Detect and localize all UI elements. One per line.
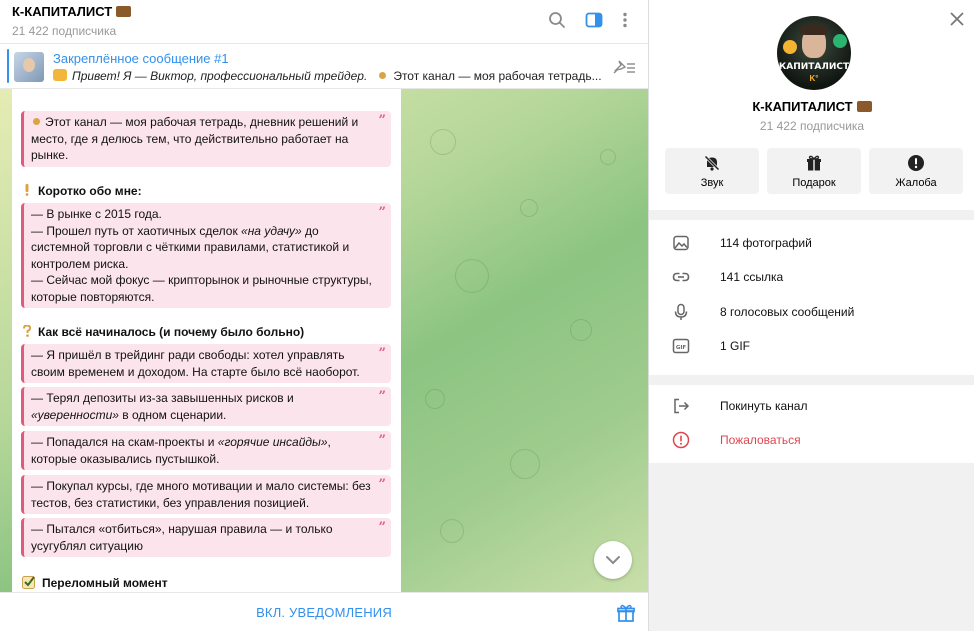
doodle-decoration	[520, 199, 538, 217]
quote-icon: ”	[378, 477, 386, 492]
scroll-down-button[interactable]	[594, 541, 632, 579]
portrait-hair	[800, 24, 828, 35]
report-channel-button[interactable]: Пожаловаться	[649, 424, 974, 458]
pinned-message-bar[interactable]: Закреплённое сообщение #1 Привет! Я — Ви…	[0, 44, 648, 89]
gift-icon[interactable]	[616, 603, 636, 623]
channel-info-panel: КАПИТАЛИСТ K° К-КАПИТАЛИСТ 21 422 подпис…	[648, 0, 974, 631]
exclamation-icon	[25, 184, 29, 196]
media-row-photos[interactable]: 114 фотографий	[649, 227, 974, 261]
quote-icon: ”	[378, 520, 386, 535]
pinned-title: Закреплённое сообщение #1	[53, 51, 229, 66]
blockquote: — Терял депозиты из-за завышенных рисков…	[21, 387, 391, 426]
subscriber-count: 21 422 подписчика	[12, 24, 117, 38]
blockquote: — Я пришёл в трейдинг ради свободы: хоте…	[21, 344, 391, 383]
pinned-thumbnail	[14, 52, 44, 82]
sidebar-toggle-icon[interactable]	[584, 10, 604, 30]
channel-name: К-КАПИТАЛИСТ	[649, 99, 974, 114]
blockquote: — Попадался на скам-проекты и «горячие и…	[21, 431, 391, 470]
link-icon	[672, 272, 690, 282]
quote-icon: ”	[378, 205, 386, 220]
doodle-decoration	[455, 259, 489, 293]
svg-text:GIF: GIF	[676, 345, 687, 351]
blockquote: — В рынке с 2015 года. — Прошел путь от …	[21, 203, 391, 308]
message-bubble: Этот канал — моя рабочая тетрадь, дневни…	[12, 89, 401, 592]
profile-header: КАПИТАЛИСТ K° К-КАПИТАЛИСТ 21 422 подпис…	[649, 0, 974, 210]
quote-icon: ”	[378, 389, 386, 404]
question-icon	[23, 325, 32, 337]
avatar-logo-k: K°	[809, 74, 819, 83]
doodle-decoration	[510, 449, 540, 479]
coin-icon	[833, 34, 847, 48]
image-icon	[673, 235, 689, 251]
pinned-preview: Привет! Я — Виктор, профессиональный тре…	[53, 68, 608, 83]
close-icon[interactable]	[948, 10, 966, 28]
briefcase-icon	[116, 6, 132, 17]
doodle-decoration	[440, 519, 464, 543]
chat-header[interactable]: К-КАПИТАЛИСТ 21 422 подписчика	[0, 0, 648, 44]
section-heading: Переломный момент	[22, 573, 168, 590]
doodle-decoration	[430, 129, 456, 155]
blockquote: — Пытался «отбиться», нарушая правила — …	[21, 518, 391, 557]
checkbox-icon	[22, 576, 35, 589]
gift-button[interactable]: Подарок	[767, 148, 861, 194]
shared-media-list: 114 фотографий 141 ссылка 8 голосовых со…	[649, 220, 974, 375]
quote-icon: ”	[378, 433, 386, 448]
channel-subscribers: 21 422 подписчика	[759, 119, 865, 133]
gif-icon: GIF	[672, 338, 690, 354]
search-icon[interactable]	[547, 10, 567, 30]
gift-icon	[807, 155, 821, 171]
enable-notifications-button[interactable]: ВКЛ. УВЕДОМЛЕНИЯ	[0, 593, 648, 631]
leave-channel-button[interactable]: Покинуть канал	[649, 390, 974, 424]
doodle-decoration	[600, 149, 616, 165]
quote-icon: ”	[378, 113, 386, 128]
mute-button[interactable]: Звук	[665, 148, 759, 194]
blockquote: — Покупал курсы, где много мотивации и м…	[21, 475, 391, 514]
pin-list-icon[interactable]	[612, 58, 636, 76]
coin-icon	[783, 40, 797, 54]
more-vertical-icon[interactable]	[615, 10, 635, 30]
media-row-voice[interactable]: 8 голосовых сообщений	[649, 296, 974, 330]
media-row-links[interactable]: 141 ссылка	[649, 261, 974, 295]
exit-icon	[674, 398, 690, 414]
section-heading: Коротко обо мне:	[22, 183, 142, 198]
microphone-icon	[674, 303, 688, 320]
channel-actions-list: Покинуть канал Пожаловаться	[649, 385, 974, 463]
pinned-indicator	[7, 49, 9, 83]
thumbs-up-icon	[53, 69, 67, 81]
doodle-decoration	[425, 389, 445, 409]
bottom-bar: ВКЛ. УВЕДОМЛЕНИЯ	[0, 592, 648, 631]
bullet-icon	[379, 72, 387, 79]
channel-avatar[interactable]: КАПИТАЛИСТ K°	[777, 16, 851, 90]
report-icon	[672, 431, 690, 449]
alert-icon	[908, 155, 924, 171]
channel-title[interactable]: К-КАПИТАЛИСТ	[12, 4, 132, 19]
bullet-icon	[33, 118, 40, 125]
blockquote: Этот канал — моя рабочая тетрадь, дневни…	[21, 111, 391, 167]
avatar-logo-text: КАПИТАЛИСТ	[778, 62, 850, 72]
briefcase-icon	[856, 101, 872, 112]
section-heading: Как всё начиналось (и почему было больно…	[22, 324, 304, 339]
chevron-down-icon	[606, 556, 620, 565]
bell-off-icon	[704, 155, 720, 171]
report-button[interactable]: Жалоба	[869, 148, 963, 194]
quote-icon: ”	[378, 346, 386, 361]
media-row-gif[interactable]: GIF 1 GIF	[649, 330, 974, 364]
doodle-decoration	[570, 319, 592, 341]
chat-area: К-КАПИТАЛИСТ 21 422 подписчика Закреплён…	[0, 0, 648, 631]
chat-background: Этот канал — моя рабочая тетрадь, дневни…	[0, 89, 648, 592]
